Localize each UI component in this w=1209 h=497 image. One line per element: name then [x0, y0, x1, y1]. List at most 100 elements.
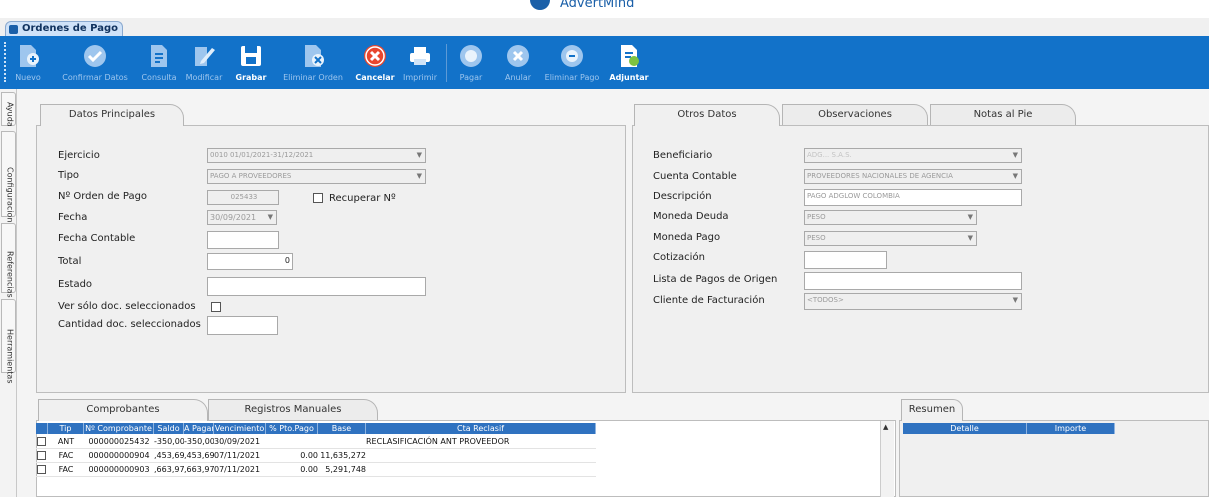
moneda-deuda-value: PESO [807, 213, 826, 221]
side-tab-referencias[interactable]: Referencias [1, 223, 16, 298]
moneda-deuda-select[interactable]: PESO ▼ [804, 210, 977, 225]
toolbar-grip[interactable] [4, 42, 7, 82]
tipo-select[interactable]: PAGO A PROVEEDORES ▼ [207, 169, 426, 184]
modificar-button[interactable]: Modificar [184, 36, 224, 89]
toolbar-separator [446, 44, 447, 82]
cliente-facturacion-label: Cliente de Facturación [653, 295, 765, 306]
resumen-grid: Detalle Importe [903, 423, 1115, 435]
edit-document-icon [195, 47, 215, 66]
grid-cell: ,663,970 [184, 465, 214, 474]
ver-solo-checkbox[interactable] [211, 302, 221, 312]
grid-cell [366, 449, 596, 463]
fecha-contable-field[interactable] [207, 231, 279, 249]
grid-header-0[interactable]: Tip [48, 423, 84, 434]
table-row[interactable]: FAC000000000903,663,970,663,97007/11/202… [36, 463, 596, 477]
orden-field[interactable]: 025433 [207, 190, 279, 205]
lista-pagos-label: Lista de Pagos de Origen [653, 274, 778, 285]
cancelar-button[interactable]: Cancelar [352, 36, 398, 89]
chevron-down-icon: ▼ [967, 234, 973, 242]
tab-observaciones[interactable]: Observaciones [782, 104, 928, 126]
consulta-button[interactable]: Consulta [138, 36, 180, 89]
grid-cell: 5,291,748 [325, 465, 366, 474]
nuevo-label: Nuevo [15, 73, 41, 82]
side-tab-referencias-label: Referencias [5, 251, 15, 298]
tab-notas-label: Notas al Pie [973, 109, 1033, 120]
confirmar-button[interactable]: Confirmar Datos [56, 36, 134, 89]
total-field[interactable]: 0 [207, 253, 293, 270]
adjuntar-button[interactable]: Adjuntar [606, 36, 652, 89]
chevron-down-icon: ▼ [1012, 172, 1018, 180]
cantidad-field[interactable] [207, 316, 278, 335]
anular-button[interactable]: Anular [498, 36, 538, 89]
tab-registros-label: Registros Manuales [244, 404, 342, 415]
side-tab-ayuda-label: Ayuda [5, 102, 15, 127]
imprimir-label: Imprimir [402, 73, 438, 82]
row-checkbox[interactable] [37, 451, 46, 460]
tab-notas-al-pie[interactable]: Notas al Pie [930, 104, 1076, 126]
side-tab-ayuda[interactable]: Ayuda [1, 92, 16, 127]
nuevo-button[interactable]: Nuevo [10, 36, 46, 89]
grid-cell: -350,000 [154, 437, 184, 446]
toolbar: Nuevo Confirmar Datos Consulta Modificar… [0, 36, 1209, 89]
side-tab-herramientas[interactable]: Herramientas [1, 299, 16, 384]
chevron-down-icon: ▼ [267, 213, 273, 221]
ejercicio-select[interactable]: 0010 01/01/2021-31/12/2021 ▼ [207, 148, 426, 163]
consulta-label: Consulta [141, 73, 177, 82]
grid-header-4[interactable]: Vencimiento [214, 423, 266, 434]
scroll-up-icon[interactable]: ▲ [883, 423, 888, 431]
row-checkbox[interactable] [37, 465, 46, 474]
grid-scrollbar[interactable]: ▲ [880, 421, 894, 497]
grid-cell: -350,000 [184, 437, 214, 446]
tab-resumen[interactable]: Resumen [901, 399, 963, 421]
cuenta-select[interactable]: PROVEEDORES NACIONALES DE AGENCIA ▼ [804, 169, 1022, 184]
moneda-pago-select[interactable]: PESO ▼ [804, 231, 977, 246]
imprimir-button[interactable]: Imprimir [400, 36, 440, 89]
grid-cell: 11,635,272 [320, 451, 366, 460]
beneficiario-select[interactable]: ADG... S.A.S. ▼ [804, 148, 1022, 163]
fecha-label: Fecha [58, 212, 88, 223]
grid-header-2[interactable]: Saldo [154, 423, 184, 434]
cotizacion-field[interactable] [804, 251, 887, 269]
tab-otros-datos-label: Otros Datos [677, 109, 737, 120]
chevron-down-icon: ▼ [1012, 296, 1018, 304]
cliente-facturacion-select[interactable]: <TODOS> ▼ [804, 293, 1022, 310]
cuenta-label: Cuenta Contable [653, 171, 737, 182]
eliminar-orden-button[interactable]: Eliminar Orden [278, 36, 348, 89]
recuperar-checkbox[interactable] [313, 193, 323, 203]
grid-header-3[interactable]: A Pagar [184, 423, 214, 434]
cliente-facturacion-value: <TODOS> [807, 296, 844, 304]
brand-logo-icon [530, 0, 550, 10]
resumen-header-detalle[interactable]: Detalle [903, 423, 1027, 434]
tab-otros-datos[interactable]: Otros Datos [634, 104, 780, 126]
ejercicio-label: Ejercicio [58, 150, 100, 161]
side-tab-configuraciones[interactable]: Configuraciones [1, 131, 16, 232]
descripcion-field[interactable]: PAGO ADGLOW COLOMBIA [804, 189, 1022, 206]
eliminar-pago-button[interactable]: Eliminar Pago [542, 36, 602, 89]
grid-header-6[interactable]: Base [318, 423, 366, 434]
grid-header-1[interactable]: Nº Comprobante [84, 423, 154, 434]
resumen-header-importe[interactable]: Importe [1027, 423, 1115, 434]
table-row[interactable]: FAC000000000904,453,697,453,69707/11/202… [36, 449, 596, 463]
table-row[interactable]: ANT000000025432-350,000-350,00030/09/202… [36, 435, 596, 449]
side-tab-configuraciones-label: Configuraciones [5, 167, 15, 232]
estado-field[interactable] [207, 277, 426, 296]
confirmar-label: Confirmar Datos [62, 73, 128, 82]
brand-name: AdvertMind [560, 0, 635, 11]
grid-cell [266, 435, 318, 449]
tab-registros-manuales[interactable]: Registros Manuales [208, 399, 378, 421]
tab-datos-principales[interactable]: Datos Principales [40, 104, 184, 126]
moneda-pago-label: Moneda Pago [653, 232, 721, 243]
fecha-field[interactable]: 30/09/2021 ▼ [207, 210, 277, 225]
lista-pagos-field[interactable] [804, 272, 1022, 290]
grid-header-5[interactable]: % Pto.Pago [266, 423, 318, 434]
grabar-button[interactable]: Grabar [232, 36, 270, 89]
tab-comprobantes[interactable]: Comprobantes [38, 399, 208, 421]
tab-datos-principales-label: Datos Principales [68, 109, 156, 120]
grid-cell: 0.00 [300, 465, 318, 474]
pagar-button[interactable]: Pagar [452, 36, 490, 89]
grid-header-7[interactable]: Cta Reclasif [366, 423, 596, 434]
row-checkbox[interactable] [37, 437, 46, 446]
grid-cell: FAC [58, 451, 74, 460]
tab-resumen-label: Resumen [908, 404, 956, 415]
window-tab-ordenes[interactable]: Ordenes de Pago [5, 21, 123, 37]
